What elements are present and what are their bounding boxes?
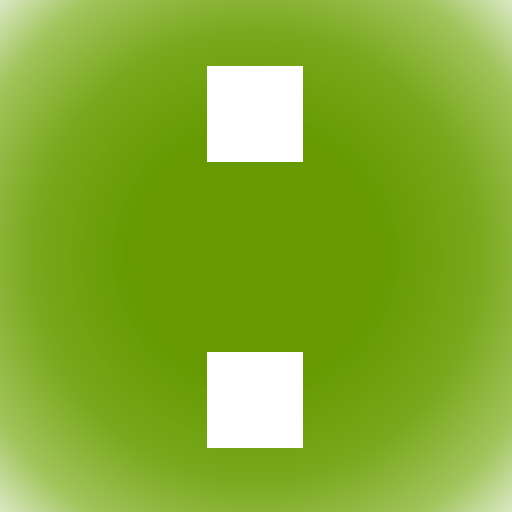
bottom-square <box>207 352 303 448</box>
colon-icon <box>0 0 512 512</box>
top-square <box>207 66 303 162</box>
